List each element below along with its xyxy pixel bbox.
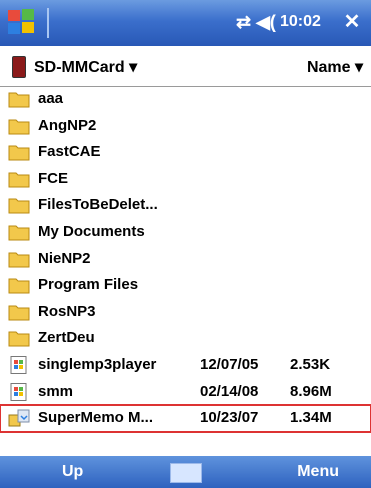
storage-card-icon xyxy=(12,56,26,78)
app-icon xyxy=(8,382,30,401)
list-item[interactable]: FCE xyxy=(0,166,371,193)
installer-icon xyxy=(8,409,30,427)
connectivity-icon[interactable]: ⇄ ◀︎( xyxy=(236,12,276,33)
file-name: RosNP3 xyxy=(38,302,96,320)
folder-icon xyxy=(8,223,30,241)
list-item[interactable]: AngNP2 xyxy=(0,113,371,140)
sort-dropdown[interactable]: Name ▾ xyxy=(307,57,363,77)
list-item[interactable]: Program Files xyxy=(0,272,371,299)
file-name: Program Files xyxy=(38,276,139,294)
file-name: FCE xyxy=(38,169,68,187)
clock[interactable]: 10:02 xyxy=(280,13,321,31)
folder-icon xyxy=(8,329,30,347)
file-size: 2.53K xyxy=(290,356,331,373)
file-header: SD-MMCard ▾ Name ▾ xyxy=(0,46,371,87)
folder-icon xyxy=(8,250,30,268)
list-item[interactable]: singlemp3player 12/07/05 2.53K xyxy=(0,352,371,379)
list-item[interactable]: FilesToBeDelet... xyxy=(0,192,371,219)
list-item[interactable]: smm 02/14/08 8.96M xyxy=(0,379,371,406)
list-item[interactable]: ZertDeu xyxy=(0,325,371,352)
file-name: SuperMemo M... xyxy=(38,409,154,427)
start-icon[interactable] xyxy=(6,6,40,40)
folder-icon xyxy=(8,117,30,135)
softkey-menu[interactable]: Menu xyxy=(297,463,339,481)
chevron-down-icon: ▾ xyxy=(129,59,138,76)
chevron-down-icon: ▾ xyxy=(354,59,363,76)
keyboard-icon[interactable] xyxy=(170,463,202,483)
list-item[interactable]: SuperMemo M... 10/23/07 1.34M xyxy=(0,404,371,434)
folder-icon xyxy=(8,303,30,321)
file-name: aaa xyxy=(38,90,64,107)
softkey-up[interactable]: Up xyxy=(62,463,83,481)
file-name: NieNP2 xyxy=(38,249,91,267)
list-item[interactable]: RosNP3 xyxy=(0,299,371,326)
list-item[interactable]: NieNP2 xyxy=(0,246,371,273)
close-icon[interactable]: ✕ xyxy=(340,10,364,34)
file-name: singlemp3player xyxy=(38,356,157,373)
list-item[interactable]: aaa xyxy=(0,86,371,113)
app-icon xyxy=(8,356,30,374)
titlebar-divider xyxy=(47,8,49,38)
list-item[interactable]: FastCAE xyxy=(0,139,371,166)
sort-label: Name xyxy=(306,59,351,76)
folder-icon xyxy=(8,170,30,188)
list-item[interactable]: My Documents xyxy=(0,219,371,246)
file-name: FastCAE xyxy=(38,143,101,161)
softkey-bar: Up Menu xyxy=(0,456,371,488)
file-date: 10/23/07 xyxy=(200,409,259,427)
file-size: 8.96M xyxy=(290,382,332,400)
folder-icon xyxy=(8,276,30,294)
folder-icon xyxy=(8,143,30,161)
file-name: My Documents xyxy=(38,223,145,240)
folder-icon xyxy=(8,196,30,214)
file-name: AngNP2 xyxy=(38,116,97,134)
file-name: ZertDeu xyxy=(38,329,95,347)
file-date: 02/14/08 xyxy=(200,382,259,400)
file-date: 12/07/05 xyxy=(200,356,259,373)
location-label: SD-MMCard xyxy=(34,59,125,76)
file-name: FilesToBeDelet... xyxy=(38,196,158,214)
folder-icon xyxy=(8,90,30,108)
file-name: smm xyxy=(38,382,74,400)
file-size: 1.34M xyxy=(290,409,332,427)
title-bar: ⇄ ◀︎( 10:02 ✕ xyxy=(0,0,371,46)
location-dropdown[interactable]: SD-MMCard ▾ xyxy=(34,57,137,77)
